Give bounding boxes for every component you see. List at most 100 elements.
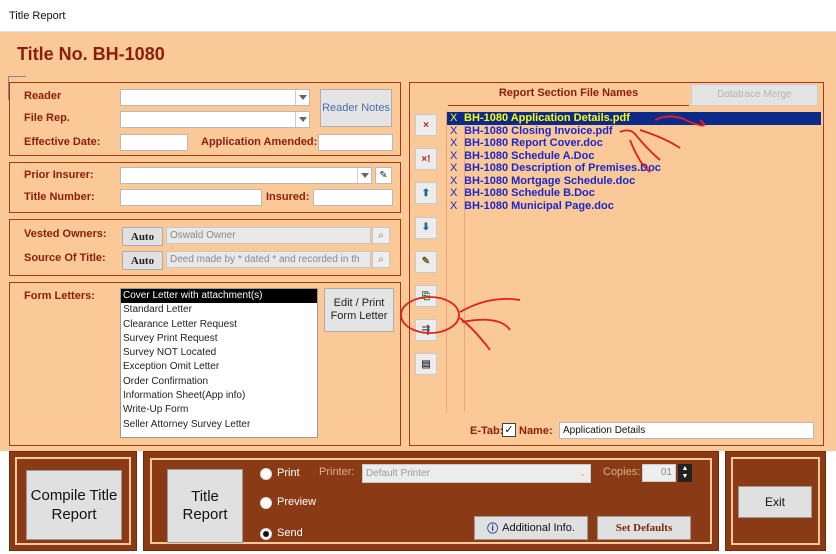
reader-combo[interactable] <box>120 89 310 106</box>
form-letters-list[interactable]: Cover Letter with attachment(s) Standard … <box>120 288 318 438</box>
vested-owners-field[interactable]: Oswald Owner <box>166 227 371 244</box>
include-mark: X <box>450 174 458 187</box>
radio-preview-label: Preview <box>277 496 317 508</box>
reader-label: Reader <box>24 90 62 102</box>
list-item[interactable]: X BH-1080 Description of Premises.Doc <box>447 162 821 175</box>
search-icon[interactable]: ⌕ <box>372 227 390 244</box>
import-icon[interactable]: ⇶ <box>415 319 437 342</box>
window-title: Title Report <box>9 10 66 22</box>
report-file-list[interactable]: X BH-1080 Application Details.pdf X BH-10… <box>447 112 821 212</box>
include-mark: X <box>450 149 458 162</box>
list-item[interactable]: X BH-1080 Report Cover.doc <box>447 137 821 150</box>
list-item[interactable]: X BH-1080 Schedule B.Doc <box>447 187 821 200</box>
list-item[interactable]: Exception Omit Letter <box>121 360 317 374</box>
vested-owners-label: Vested Owners: <box>24 228 107 240</box>
title-report-button[interactable]: Title Report <box>167 469 243 543</box>
tab-datatrace-merge[interactable]: Datatrace Merge <box>691 84 818 106</box>
exit-button[interactable]: Exit <box>738 486 812 518</box>
move-down-icon[interactable]: ⬇ <box>415 216 437 239</box>
section-name-field[interactable]: Application Details <box>559 422 814 439</box>
insured-field[interactable] <box>313 189 393 206</box>
radio-send[interactable] <box>260 528 272 540</box>
list-item[interactable]: Clearance Letter Request <box>121 318 317 332</box>
radio-print[interactable] <box>260 468 272 480</box>
list-item[interactable]: Standard Letter <box>121 303 317 317</box>
printer-label: Printer: <box>319 466 355 478</box>
window-titlebar: Title Report <box>0 0 836 32</box>
include-mark: X <box>450 162 458 174</box>
info-icon: ⓘ <box>487 523 499 535</box>
prior-insurer-combo[interactable] <box>120 167 372 184</box>
file-name: BH-1080 Description of Premises.Doc <box>461 162 661 174</box>
file-name: BH-1080 Schedule B.Doc <box>461 187 595 199</box>
edit-icon[interactable]: ✎ <box>375 167 392 184</box>
document-icon[interactable]: ▤ <box>415 353 437 376</box>
list-item[interactable]: X BH-1080 Closing Invoice.pdf <box>447 125 821 138</box>
file-name: BH-1080 Report Cover.doc <box>461 137 603 149</box>
list-item[interactable]: X BH-1080 Schedule A.Doc <box>447 150 821 163</box>
file-name: BH-1080 Application Details.pdf <box>461 112 630 124</box>
additional-info-button[interactable]: ⓘ Additional Info. <box>474 516 588 540</box>
source-of-title-auto-button[interactable]: Auto <box>122 251 163 270</box>
list-item[interactable]: Cover Letter with attachment(s) <box>121 289 317 304</box>
list-item[interactable]: Order Confirmation <box>121 375 317 389</box>
chevron-down-icon[interactable] <box>295 90 309 105</box>
file-name: BH-1080 Mortgage Schedule.doc <box>461 174 636 187</box>
reader-notes-button[interactable]: Reader Notes <box>320 89 392 127</box>
effective-date-label: Effective Date: <box>24 136 101 148</box>
list-item[interactable]: Survey Print Request <box>121 332 317 346</box>
include-mark: X <box>450 199 458 212</box>
source-of-title-label: Source Of Title: <box>24 252 106 264</box>
edit-print-form-letter-button[interactable]: Edit / Print Form Letter <box>324 288 394 332</box>
copies-spinner[interactable]: ▲ ▼ <box>678 464 692 482</box>
list-item[interactable]: X BH-1080 Municipal Page.doc <box>447 200 821 213</box>
prior-insurer-label: Prior Insurer: <box>24 169 94 181</box>
delete-icon[interactable]: × <box>415 114 437 136</box>
include-mark: X <box>450 137 458 149</box>
tab-report-section-file-names[interactable]: Report Section File Names <box>448 82 689 106</box>
list-item[interactable]: Information Sheet(App info) <box>121 389 317 403</box>
file-name: BH-1080 Municipal Page.doc <box>461 199 614 212</box>
file-name: BH-1080 Schedule A.Doc <box>461 149 595 162</box>
file-name: BH-1080 Closing Invoice.pdf <box>461 124 613 137</box>
delete-all-icon[interactable]: ×! <box>415 148 437 171</box>
name-label: Name: <box>519 425 553 437</box>
source-of-title-field[interactable]: Deed made by * dated * and recorded in t… <box>166 251 371 268</box>
chevron-down-icon[interactable] <box>357 168 371 183</box>
vested-owners-auto-button[interactable]: Auto <box>122 227 163 246</box>
edit-icon[interactable]: ✎ <box>415 250 437 273</box>
add-file-icon[interactable]: ⎘ <box>415 285 437 307</box>
radio-preview[interactable] <box>260 497 272 509</box>
form-letters-label: Form Letters: <box>24 290 95 302</box>
list-item[interactable]: X BH-1080 Application Details.pdf <box>447 112 821 125</box>
insured-label: Insured: <box>266 191 310 203</box>
title-number-label: Title Number: <box>24 191 95 203</box>
radio-send-label: Send <box>277 527 303 539</box>
effective-date-field[interactable] <box>120 134 188 151</box>
file-rep-combo[interactable] <box>120 111 310 128</box>
chevron-down-icon[interactable] <box>295 112 309 127</box>
include-mark: X <box>450 112 458 124</box>
title-number-field[interactable] <box>120 189 262 206</box>
copies-label: Copies: <box>603 466 641 478</box>
radio-print-label: Print <box>277 467 300 479</box>
file-rep-label: File Rep. <box>24 112 70 124</box>
printer-select[interactable]: Default Printer <box>362 464 591 483</box>
search-icon[interactable]: ⌕ <box>372 251 390 268</box>
list-item[interactable]: Survey NOT Located <box>121 346 317 360</box>
list-divider <box>464 126 465 411</box>
list-item[interactable]: X BH-1080 Mortgage Schedule.doc <box>447 175 821 188</box>
list-item[interactable]: Seller Attorney Survey Letter <box>121 418 317 432</box>
copies-field[interactable]: 01 <box>642 464 676 482</box>
include-mark: X <box>450 124 458 137</box>
set-defaults-button[interactable]: Set Defaults <box>597 516 691 540</box>
list-item[interactable]: Write-Up Form <box>121 403 317 417</box>
page-title: Title No. BH-1080 <box>17 44 165 64</box>
application-amended-label: Application Amended: <box>201 136 318 148</box>
move-up-icon[interactable]: ⬆ <box>415 182 437 205</box>
compile-title-report-button[interactable]: Compile Title Report <box>26 470 122 540</box>
chevron-down-icon[interactable]: ⌄ <box>575 465 590 482</box>
application-amended-field[interactable] <box>318 134 393 151</box>
include-mark: X <box>450 187 458 199</box>
etab-checkbox[interactable]: ✓ <box>502 423 516 437</box>
